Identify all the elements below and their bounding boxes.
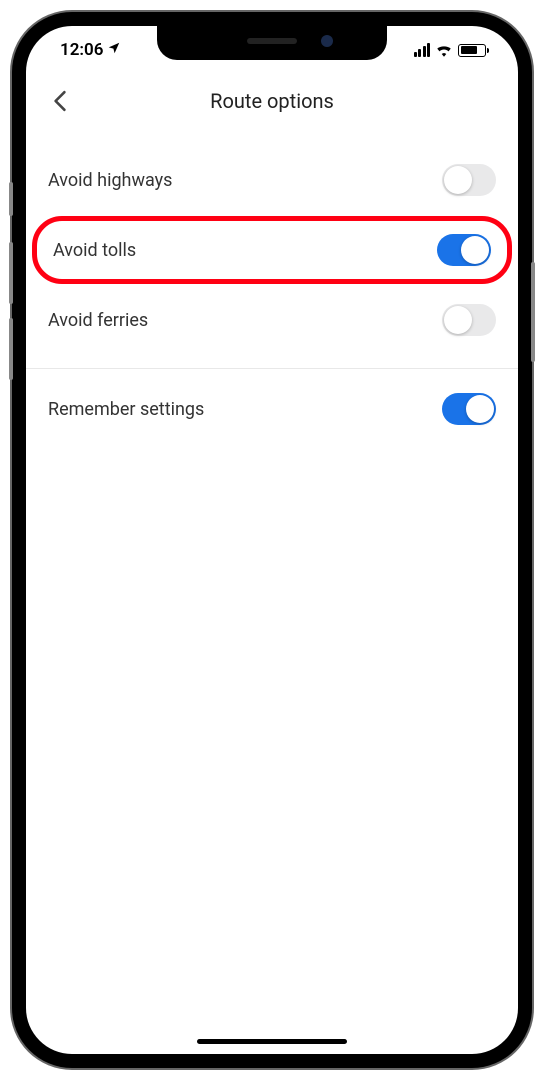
- option-remember-settings[interactable]: Remember settings: [26, 375, 518, 443]
- toggle-avoid-highways[interactable]: [442, 164, 496, 196]
- chevron-left-icon: [53, 90, 67, 112]
- option-avoid-highways[interactable]: Avoid highways: [26, 146, 518, 214]
- battery-icon: [458, 44, 486, 57]
- cellular-icon: [414, 43, 431, 57]
- option-avoid-ferries[interactable]: Avoid ferries: [26, 286, 518, 354]
- toggle-knob: [461, 236, 489, 264]
- wifi-icon: [435, 43, 453, 57]
- toggle-knob: [444, 306, 472, 334]
- back-button[interactable]: [44, 85, 76, 117]
- nav-header: Route options: [26, 74, 518, 128]
- option-label: Avoid highways: [48, 170, 172, 191]
- option-label: Avoid tolls: [53, 240, 136, 261]
- phone-screen: 12:06 Route options: [26, 26, 518, 1054]
- volume-up-button: [9, 242, 13, 304]
- toggle-avoid-ferries[interactable]: [442, 304, 496, 336]
- mute-switch: [9, 182, 13, 216]
- status-right: [414, 43, 495, 57]
- front-camera: [321, 35, 333, 47]
- home-indicator[interactable]: [197, 1039, 347, 1044]
- toggle-avoid-tolls[interactable]: [437, 234, 491, 266]
- page-title: Route options: [210, 89, 334, 113]
- divider: [26, 368, 518, 369]
- speaker: [247, 38, 297, 44]
- notch: [157, 26, 387, 60]
- location-icon: [107, 41, 121, 59]
- option-label: Remember settings: [48, 399, 204, 420]
- toggle-knob: [466, 395, 494, 423]
- status-left: 12:06: [50, 40, 121, 60]
- volume-down-button: [9, 318, 13, 380]
- option-avoid-tolls[interactable]: Avoid tolls: [32, 216, 512, 284]
- toggle-remember-settings[interactable]: [442, 393, 496, 425]
- option-label: Avoid ferries: [48, 310, 148, 331]
- toggle-knob: [444, 166, 472, 194]
- phone-frame: 12:06 Route options: [12, 12, 532, 1068]
- settings-list: Avoid highways Avoid tolls Avoid ferries: [26, 128, 518, 443]
- power-button: [531, 262, 535, 362]
- clock: 12:06: [60, 40, 103, 60]
